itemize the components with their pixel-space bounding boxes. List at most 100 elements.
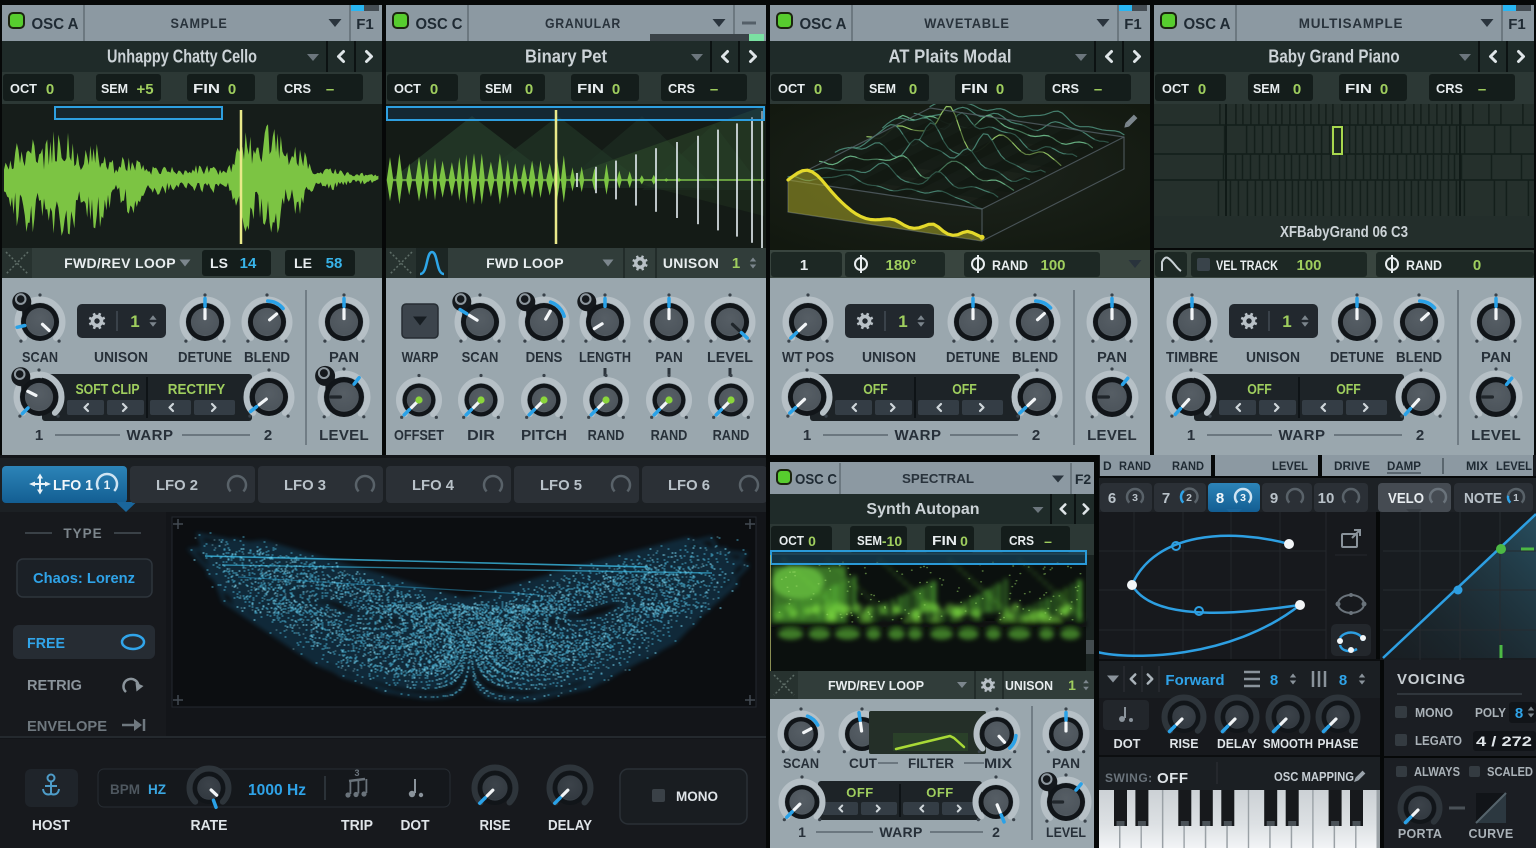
svg-text:HOST: HOST xyxy=(32,818,70,834)
svg-text:SWING:: SWING: xyxy=(1105,771,1153,785)
svg-text:PAN: PAN xyxy=(1052,756,1080,771)
svg-text:1: 1 xyxy=(1187,427,1195,444)
svg-text:VOICING: VOICING xyxy=(1397,671,1466,688)
svg-text:1: 1 xyxy=(898,312,907,331)
svg-text:2: 2 xyxy=(1416,427,1424,444)
svg-text:1: 1 xyxy=(732,255,740,272)
svg-text:SCAN: SCAN xyxy=(462,349,499,366)
svg-text:LFO 6: LFO 6 xyxy=(668,477,710,494)
svg-text:8: 8 xyxy=(1270,672,1278,689)
svg-text:UNISON: UNISON xyxy=(1246,349,1300,366)
svg-text:LEVEL: LEVEL xyxy=(1272,459,1308,473)
svg-text:DRIVE: DRIVE xyxy=(1334,459,1370,473)
svg-text:RAND: RAND xyxy=(651,427,688,444)
svg-text:8: 8 xyxy=(1216,490,1224,507)
svg-text:MONO: MONO xyxy=(1415,705,1453,720)
svg-text:PITCH: PITCH xyxy=(521,427,567,444)
svg-text:1: 1 xyxy=(798,824,806,840)
svg-text:OCT: OCT xyxy=(10,81,37,96)
svg-text:4 / 272: 4 / 272 xyxy=(1476,733,1532,749)
svg-text:F1: F1 xyxy=(1124,16,1142,33)
svg-text:PAN: PAN xyxy=(1097,349,1127,366)
svg-text:OSC A: OSC A xyxy=(32,16,79,33)
svg-text:LFO 1: LFO 1 xyxy=(53,477,93,494)
svg-text:1: 1 xyxy=(803,427,811,444)
svg-text:WAVETABLE: WAVETABLE xyxy=(924,15,1010,31)
svg-text:Binary Pet: Binary Pet xyxy=(525,47,607,67)
svg-text:–: – xyxy=(326,81,334,98)
svg-text:F2: F2 xyxy=(1075,471,1092,487)
svg-text:WARP: WARP xyxy=(895,427,942,444)
svg-text:LEVEL: LEVEL xyxy=(1496,459,1532,473)
svg-text:0: 0 xyxy=(46,81,54,98)
svg-text:PHASE: PHASE xyxy=(1318,736,1359,751)
svg-text:RAND: RAND xyxy=(992,258,1028,273)
svg-text:–: – xyxy=(710,81,718,98)
svg-text:XFBabyGrand 06 C3: XFBabyGrand 06 C3 xyxy=(1280,224,1408,241)
svg-text:OFFSET: OFFSET xyxy=(394,427,444,444)
svg-text:DOT: DOT xyxy=(401,818,430,834)
svg-text:1: 1 xyxy=(1068,677,1076,693)
svg-text:FIN: FIN xyxy=(961,81,988,96)
svg-text:0: 0 xyxy=(814,81,822,98)
svg-text:8: 8 xyxy=(1339,672,1347,689)
svg-text:0: 0 xyxy=(996,81,1004,98)
svg-text:LE: LE xyxy=(294,255,312,271)
svg-text:WARP: WARP xyxy=(1279,427,1326,444)
svg-text:1: 1 xyxy=(1282,312,1291,331)
svg-text:WARP: WARP xyxy=(879,824,922,840)
svg-text:3: 3 xyxy=(354,768,359,778)
svg-text:PAN: PAN xyxy=(1481,349,1511,366)
svg-text:DELAY: DELAY xyxy=(1217,736,1257,751)
svg-text:BLEND: BLEND xyxy=(1396,349,1442,366)
svg-text:OFF: OFF xyxy=(1157,770,1189,787)
svg-text:OFF: OFF xyxy=(926,785,954,800)
svg-text:LFO 4: LFO 4 xyxy=(412,477,455,494)
svg-text:WARP: WARP xyxy=(402,349,439,366)
svg-text:TIMBRE: TIMBRE xyxy=(1166,349,1218,366)
svg-text:DETUNE: DETUNE xyxy=(178,349,232,366)
svg-text:2: 2 xyxy=(1186,492,1192,504)
svg-text:100: 100 xyxy=(1296,257,1321,274)
svg-text:MIX: MIX xyxy=(984,756,1012,771)
svg-text:PORTA: PORTA xyxy=(1398,827,1442,841)
svg-text:SCAN: SCAN xyxy=(783,756,819,771)
svg-text:OCT: OCT xyxy=(1162,81,1189,96)
svg-text:0: 0 xyxy=(1380,81,1388,98)
svg-text:LEVEL: LEVEL xyxy=(1471,427,1521,444)
svg-text:LFO 2: LFO 2 xyxy=(156,477,198,494)
svg-text:DAMP: DAMP xyxy=(1387,459,1421,473)
svg-text:BLEND: BLEND xyxy=(1012,349,1058,366)
svg-text:1: 1 xyxy=(104,478,111,492)
svg-text:F1: F1 xyxy=(356,16,374,33)
svg-text:FIN: FIN xyxy=(932,534,957,548)
svg-text:VEL TRACK: VEL TRACK xyxy=(1216,258,1278,273)
svg-text:SOFT CLIP: SOFT CLIP xyxy=(76,382,140,398)
svg-text:DOT: DOT xyxy=(1114,736,1141,751)
svg-text:DETUNE: DETUNE xyxy=(946,349,1000,366)
svg-text:CRS: CRS xyxy=(1052,81,1079,96)
svg-text:DELAY: DELAY xyxy=(548,818,592,834)
svg-text:LEVEL: LEVEL xyxy=(319,427,369,444)
svg-text:0: 0 xyxy=(430,81,438,98)
svg-text:FILTER: FILTER xyxy=(908,756,954,771)
svg-text:RAND: RAND xyxy=(1406,258,1442,273)
svg-text:+5: +5 xyxy=(136,81,153,98)
svg-text:SEM: SEM xyxy=(485,81,512,96)
svg-text:RAND: RAND xyxy=(713,427,750,444)
svg-text:3: 3 xyxy=(1240,492,1246,504)
svg-text:OFF: OFF xyxy=(952,382,977,398)
svg-text:–: – xyxy=(1478,81,1486,98)
svg-text:RETRIG: RETRIG xyxy=(27,677,82,694)
svg-text:SCALED: SCALED xyxy=(1487,765,1533,779)
svg-text:MIX: MIX xyxy=(1466,459,1488,473)
svg-text:SEM: SEM xyxy=(1253,81,1280,96)
svg-text:SEM: SEM xyxy=(857,534,882,548)
svg-text:CURVE: CURVE xyxy=(1468,827,1513,841)
svg-text:6: 6 xyxy=(1108,490,1116,507)
svg-text:100: 100 xyxy=(1040,257,1065,274)
svg-text:OFF: OFF xyxy=(1336,382,1361,398)
svg-text:OSC MAPPING: OSC MAPPING xyxy=(1274,770,1354,784)
svg-text:0: 0 xyxy=(808,533,816,549)
svg-text:LFO 5: LFO 5 xyxy=(540,477,582,494)
